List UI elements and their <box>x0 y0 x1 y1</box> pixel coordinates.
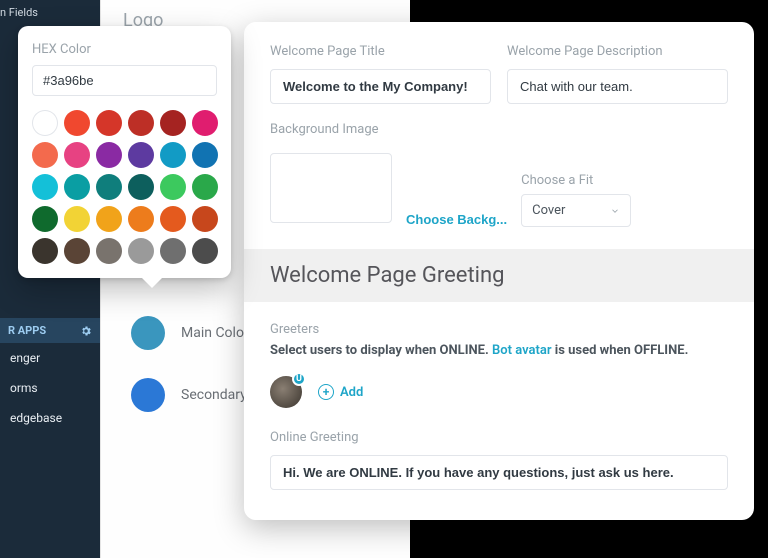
greeter-avatar[interactable]: U <box>270 376 302 408</box>
color-swatch-9[interactable] <box>128 142 154 168</box>
fit-value: Cover <box>532 203 565 218</box>
nav-fields-fragment: n Fields <box>0 6 38 19</box>
bg-image-preview[interactable] <box>270 153 392 223</box>
color-swatch-11[interactable] <box>192 142 218 168</box>
color-swatch-14[interactable] <box>96 174 122 200</box>
color-swatch-1[interactable] <box>64 110 90 136</box>
welcome-title-input[interactable] <box>270 69 491 104</box>
color-swatch-24[interactable] <box>32 238 58 264</box>
chevron-down-icon <box>610 206 620 216</box>
color-swatch-12[interactable] <box>32 174 58 200</box>
color-swatch-19[interactable] <box>64 206 90 232</box>
color-swatch-28[interactable] <box>160 238 186 264</box>
color-swatch-20[interactable] <box>96 206 122 232</box>
color-swatch-26[interactable] <box>96 238 122 264</box>
swatch-grid <box>32 110 217 264</box>
sidebar-apps-header[interactable]: R APPS <box>0 318 100 343</box>
secondary-color-dot[interactable] <box>131 378 165 412</box>
color-swatch-23[interactable] <box>192 206 218 232</box>
main-color-dot[interactable] <box>131 316 165 350</box>
color-swatch-17[interactable] <box>192 174 218 200</box>
sidebar-item-messenger[interactable]: enger <box>0 343 100 373</box>
bg-image-label: Background Image <box>270 122 728 137</box>
color-swatch-4[interactable] <box>160 110 186 136</box>
fit-select[interactable]: Cover <box>521 194 631 227</box>
online-greeting-label: Online Greeting <box>270 430 728 445</box>
add-greeter-button[interactable]: + Add <box>318 384 363 400</box>
gear-icon[interactable] <box>80 325 92 337</box>
choose-background-button[interactable]: Choose Backg... <box>406 212 507 227</box>
color-swatch-10[interactable] <box>160 142 186 168</box>
greeters-description: Select users to display when ONLINE. Bot… <box>270 343 728 358</box>
plus-icon: + <box>318 384 334 400</box>
hex-input[interactable] <box>32 65 217 96</box>
avatar-badge: U <box>292 372 306 386</box>
color-swatch-16[interactable] <box>160 174 186 200</box>
color-swatch-5[interactable] <box>192 110 218 136</box>
welcome-title-label: Welcome Page Title <box>270 44 491 59</box>
greeters-label: Greeters <box>270 322 728 337</box>
color-swatch-18[interactable] <box>32 206 58 232</box>
color-swatch-21[interactable] <box>128 206 154 232</box>
sidebar-item-knowledgebase[interactable]: edgebase <box>0 403 100 433</box>
welcome-desc-label: Welcome Page Description <box>507 44 728 59</box>
welcome-desc-input[interactable] <box>507 69 728 104</box>
color-swatch-13[interactable] <box>64 174 90 200</box>
secondary-color-row[interactable]: Secondary B <box>101 378 259 412</box>
color-swatch-27[interactable] <box>128 238 154 264</box>
add-label: Add <box>340 385 363 400</box>
sidebar-item-forms[interactable]: orms <box>0 373 100 403</box>
fit-label: Choose a Fit <box>521 173 631 188</box>
main-color-label: Main Color <box>181 325 249 341</box>
greeters-desc-rest: is used when OFFLINE. <box>555 343 689 358</box>
color-swatch-29[interactable] <box>192 238 218 264</box>
color-swatch-0[interactable] <box>32 110 58 136</box>
hex-color-label: HEX Color <box>32 42 217 57</box>
color-swatch-15[interactable] <box>128 174 154 200</box>
color-swatch-2[interactable] <box>96 110 122 136</box>
color-picker-popover: HEX Color <box>18 26 231 278</box>
color-swatch-22[interactable] <box>160 206 186 232</box>
color-swatch-3[interactable] <box>128 110 154 136</box>
greeting-header: Welcome Page Greeting <box>244 249 754 302</box>
color-swatch-8[interactable] <box>96 142 122 168</box>
color-swatch-7[interactable] <box>64 142 90 168</box>
bot-avatar-link[interactable]: Bot avatar <box>492 343 552 358</box>
sidebar-apps-label: R APPS <box>8 324 46 337</box>
color-swatch-6[interactable] <box>32 142 58 168</box>
main-color-row[interactable]: Main Color <box>101 316 249 350</box>
sidebar-items: enger orms edgebase <box>0 343 100 433</box>
online-greeting-input[interactable] <box>270 455 728 490</box>
welcome-settings-panel: Welcome Page Title Welcome Page Descript… <box>244 22 754 520</box>
color-swatch-25[interactable] <box>64 238 90 264</box>
greeters-desc-bold: Select users to display when ONLINE. <box>270 343 489 358</box>
